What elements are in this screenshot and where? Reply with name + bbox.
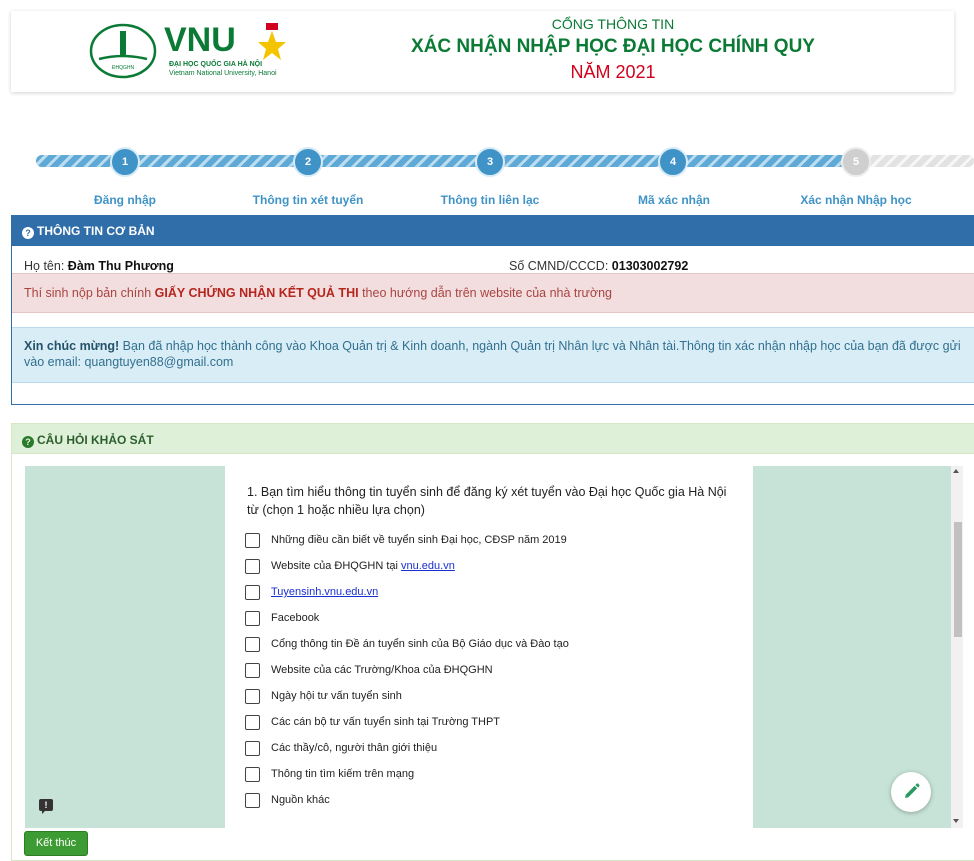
question-circle-icon: ?: [22, 436, 34, 448]
success-alert: Xin chúc mừng! Bạn đã nhập học thành côn…: [12, 327, 974, 383]
option-checkbox[interactable]: [245, 558, 260, 574]
survey-form-frame: ! 1. Bạn tìm hiểu thông tin tuyển sinh đ…: [25, 466, 963, 828]
option-checkbox[interactable]: [245, 584, 260, 600]
document-notice-alert: Thí sinh nộp bản chính GIẤY CHỨNG NHẬN K…: [12, 273, 974, 313]
pencil-icon: [905, 783, 920, 798]
progress-stepper: 1 2 3 4 5 Đăng nhập Thông tin xét tuyển …: [36, 147, 974, 207]
step-5-label: Xác nhận Nhập học: [800, 193, 912, 207]
edit-button[interactable]: [891, 772, 931, 812]
survey-heading: ? CÂU HỎI KHẢO SÁT: [12, 424, 974, 454]
option-4[interactable]: Facebook: [245, 610, 319, 626]
year-title: NĂM 2021: [570, 62, 656, 82]
option-checkbox[interactable]: [245, 610, 260, 626]
option-checkbox[interactable]: [245, 636, 260, 652]
option-2[interactable]: Website của ĐHQGHN tại vnu.edu.vn: [245, 558, 455, 574]
site-header: ĐHQGHN VNU ĐẠI HỌC QUỐC GIA HÀ NỘI Vietn…: [11, 11, 954, 92]
option-3[interactable]: Tuyensinh.vnu.edu.vn: [245, 584, 378, 600]
option-checkbox[interactable]: [245, 532, 260, 548]
option-5[interactable]: Cổng thông tin Đề án tuyển sinh của Bộ G…: [245, 636, 569, 652]
portal-title: CỔNG THÔNG TIN: [551, 16, 675, 32]
option-7[interactable]: Ngày hội tư vấn tuyển sinh: [245, 688, 402, 704]
step-2-label: Thông tin xét tuyển: [252, 193, 364, 207]
step-3-label: Thông tin liên lạc: [440, 193, 540, 207]
step-5-dot: 5: [841, 147, 871, 177]
id-field: Số CMND/CCCD: 01303002792: [509, 259, 689, 273]
scrollbar-thumb[interactable]: [954, 522, 962, 637]
option-checkbox[interactable]: [245, 714, 260, 730]
basic-info-panel: ? THÔNG TIN CƠ BẢN Họ tên: Đàm Thu Phương…: [11, 215, 974, 405]
step-4-dot: 4: [658, 147, 688, 177]
option-checkbox[interactable]: [245, 792, 260, 808]
id-value: 01303002792: [611, 259, 689, 273]
option-8[interactable]: Các cán bộ tư vấn tuyển sinh tại Trường …: [245, 714, 500, 730]
star-icon: [258, 23, 286, 60]
vnu-link[interactable]: vnu.edu.vn: [401, 560, 455, 572]
option-11[interactable]: Nguồn khác: [245, 792, 330, 808]
stepper-track-done: [36, 155, 848, 167]
basic-info-heading: ? THÔNG TIN CƠ BẢN: [12, 216, 974, 246]
feedback-icon[interactable]: !: [39, 799, 53, 814]
survey-panel: ? CÂU HỎI KHẢO SÁT ! 1. Bạn tìm hiểu thôn…: [11, 423, 974, 861]
page-title: XÁC NHẬN NHẬP HỌC ĐẠI HỌC CHÍNH QUY: [411, 36, 815, 57]
form-side-left: [25, 466, 225, 828]
tuyensinh-link[interactable]: Tuyensinh.vnu.edu.vn: [271, 586, 378, 598]
vnu-emblem-icon: ĐHQGHN: [89, 23, 157, 79]
finish-button[interactable]: Kết thúc: [24, 831, 88, 856]
logo-wordmark: VNU: [164, 21, 236, 59]
question-circle-icon: ?: [22, 227, 34, 239]
step-2-dot: 2: [293, 147, 323, 177]
step-1-label: Đăng nhập: [94, 193, 156, 207]
name-value: Đàm Thu Phương: [67, 259, 174, 273]
vnu-logo[interactable]: ĐHQGHN VNU ĐẠI HỌC QUỐC GIA HÀ NỘI Vietn…: [89, 19, 321, 83]
option-6[interactable]: Website của các Trường/Khoa của ĐHQGHN: [245, 662, 493, 678]
option-checkbox[interactable]: [245, 662, 260, 678]
option-1[interactable]: Những điều cần biết về tuyển sinh Đại họ…: [245, 532, 567, 548]
option-checkbox[interactable]: [245, 766, 260, 782]
step-3-dot: 3: [475, 147, 505, 177]
scrollbar-track[interactable]: [951, 466, 963, 828]
option-checkbox[interactable]: [245, 688, 260, 704]
option-9[interactable]: Các thầy/cô, người thân giới thiệu: [245, 740, 437, 756]
option-10[interactable]: Thông tin tìm kiếm trên mạng: [245, 766, 414, 782]
logo-subtitle-vi: ĐẠI HỌC QUỐC GIA HÀ NỘI: [169, 61, 263, 68]
name-field: Họ tên: Đàm Thu Phương: [24, 259, 174, 273]
option-checkbox[interactable]: [245, 740, 260, 756]
step-1-dot: 1: [110, 147, 140, 177]
scroll-down-arrow-icon[interactable]: [953, 819, 959, 823]
survey-question: 1. Bạn tìm hiểu thông tin tuyển sinh để …: [247, 485, 727, 517]
step-4-label: Mã xác nhận: [637, 193, 711, 207]
scroll-up-arrow-icon[interactable]: [953, 469, 959, 473]
logo-subtitle-en: Vietnam National University, Hanoi: [169, 70, 277, 77]
svg-text:ĐHQGHN: ĐHQGHN: [112, 65, 135, 71]
